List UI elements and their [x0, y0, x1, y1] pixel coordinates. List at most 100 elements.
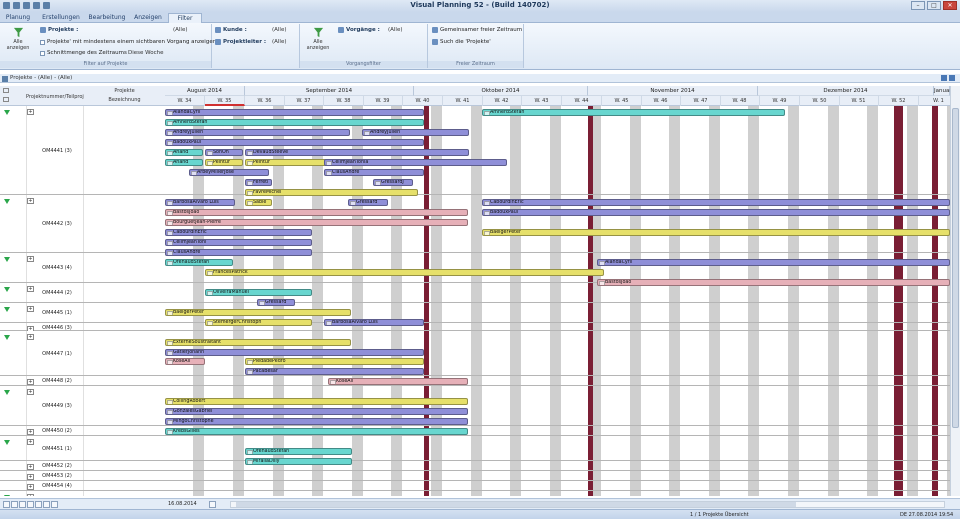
schnittmenge-dropdown[interactable]: Diese Woche	[128, 50, 164, 57]
task-bar[interactable]: ArbeyMillerJosé	[189, 169, 269, 176]
week-header[interactable]: W. 36	[245, 96, 285, 106]
task-bar[interactable]: BastosJoao	[597, 279, 950, 286]
task-bar[interactable]: MingoChristophe	[165, 418, 468, 425]
tab-erstellungen[interactable]: Erstellungen	[40, 13, 82, 23]
task-bar[interactable]: BadouxPaul	[482, 209, 950, 216]
week-header[interactable]: W. 41	[443, 96, 483, 106]
tab-anzeigen[interactable]: Anzeigen	[132, 13, 164, 23]
task-bar[interactable]: StemergerChristoph	[205, 319, 312, 326]
task-bar[interactable]: SonOh	[205, 149, 243, 156]
calendar-icon[interactable]	[209, 501, 216, 508]
expand-toggle[interactable]: +	[27, 109, 34, 115]
task-bar[interactable]: Anand	[165, 149, 203, 156]
date-field[interactable]: 16.08.2014	[168, 501, 208, 508]
tab-planung[interactable]: Planung	[4, 13, 32, 23]
task-bar[interactable]: GatlerJohann	[165, 349, 424, 356]
task-bar[interactable]: ClausAndre	[165, 249, 312, 256]
week-header[interactable]: W. 51	[839, 96, 879, 106]
task-bar[interactable]: AndreyJulien	[362, 129, 469, 136]
projekte-checkbox-row[interactable]: Projekte' mit mindestens einem sichtbare…	[40, 39, 216, 45]
task-bar[interactable]: AmherdStefan	[165, 119, 424, 126]
week-header[interactable]: W. 48	[720, 96, 760, 106]
home-icon[interactable]	[3, 501, 10, 508]
task-bar[interactable]: AndreyJulien	[165, 129, 350, 136]
task-bar[interactable]: PacaBesar	[245, 368, 424, 375]
gemeinsamer-zeitraum-button[interactable]: Gemeinsamer freier Zeitraum	[432, 27, 522, 33]
week-header[interactable]: W. 40	[403, 96, 443, 106]
task-bar[interactable]: Peintur	[205, 159, 243, 166]
task-bar[interactable]: Ferreti	[245, 179, 272, 186]
header-projekte[interactable]: Projekte	[84, 88, 165, 94]
task-bar[interactable]: BourguetJean-Pierre	[165, 219, 468, 226]
task-bar[interactable]: AlandaCyril	[597, 259, 950, 266]
header-bezeichnung[interactable]: Bezeichnung	[84, 97, 165, 103]
alle-anzeigen-vorgaenge-button[interactable]: Alle anzeigen	[304, 27, 332, 51]
week-header[interactable]: W. 38	[324, 96, 364, 106]
task-bar[interactable]: FrancesPatrick	[205, 269, 604, 276]
maximize-icon[interactable]: □	[927, 1, 941, 10]
task-bar[interactable]: FavreMichel	[245, 189, 418, 196]
header-projektnummer[interactable]: Projektnummer/Teilprojekt	[26, 94, 84, 100]
week-header[interactable]: W. 34	[165, 96, 205, 106]
week-header[interactable]: W. 45	[602, 96, 642, 106]
next-icon[interactable]	[27, 501, 34, 508]
suche-projekte-button[interactable]: Such die 'Projekte'	[432, 39, 491, 45]
expand-all-icon[interactable]	[3, 88, 9, 93]
task-bar[interactable]: AmherdStefan	[482, 109, 785, 116]
zoom-icon[interactable]	[51, 501, 58, 508]
task-bar[interactable]: OrenaudStefan	[165, 259, 233, 266]
task-bar[interactable]: CellmjeanToni	[165, 239, 312, 246]
collapse-all-icon[interactable]	[3, 97, 9, 102]
task-bar[interactable]: BarbosaAlvaro Luis	[324, 319, 424, 326]
first-icon[interactable]	[11, 501, 18, 508]
week-header[interactable]: W. 44	[562, 96, 602, 106]
vertical-scrollbar-thumb[interactable]	[952, 108, 959, 428]
task-bar[interactable]: BarbosaAlvaro Luis	[165, 199, 235, 206]
projekte-checkbox[interactable]	[40, 39, 45, 45]
prev-icon[interactable]	[19, 501, 26, 508]
expand-toggle[interactable]: +	[27, 439, 34, 445]
task-bar[interactable]: OliveiraManuel	[205, 289, 312, 296]
task-bar[interactable]: GonzalesGabriel	[165, 408, 468, 415]
week-header[interactable]: W. 39	[363, 96, 403, 106]
task-bar[interactable]: DevaudSteeve	[245, 149, 469, 156]
expand-toggle[interactable]: +	[27, 334, 34, 340]
pin-icon[interactable]	[941, 75, 947, 81]
task-bar[interactable]: CabourdinEric	[165, 229, 312, 236]
projekte-dropdown[interactable]: (Alle)	[173, 27, 188, 34]
task-bar[interactable]: BastosJoao	[165, 209, 468, 216]
task-bar[interactable]: ExterneSoustraitant	[165, 339, 351, 346]
task-bar[interactable]: KrebsGilles	[165, 428, 468, 435]
last-icon[interactable]	[35, 501, 42, 508]
task-bar[interactable]: KöseAli	[165, 358, 205, 365]
task-bar[interactable]: BadouxPaul	[165, 139, 424, 146]
task-bar[interactable]: CabourdinEric	[482, 199, 950, 206]
task-bar[interactable]: Anand	[165, 159, 203, 166]
task-bar[interactable]: MirallaDilly	[245, 458, 352, 465]
task-bar[interactable]: BaeigerPeter	[482, 229, 950, 236]
task-bar[interactable]: CellmjeanTonia	[324, 159, 507, 166]
vorgaenge-dropdown[interactable]: (Alle)	[388, 27, 403, 34]
task-bar[interactable]: AlandaCyril	[165, 109, 424, 116]
close-view-icon[interactable]	[949, 75, 955, 81]
week-header[interactable]: W. 46	[641, 96, 681, 106]
tab-filter[interactable]: Filter	[168, 13, 202, 23]
task-bar[interactable]: GressardJ	[373, 179, 413, 186]
expand-toggle[interactable]: +	[27, 494, 34, 496]
alle-anzeigen-button[interactable]: Alle anzeigen	[4, 27, 32, 51]
task-bar[interactable]: KöseAli	[328, 378, 468, 385]
vertical-scrollbar[interactable]	[950, 86, 960, 496]
expand-toggle[interactable]: +	[27, 389, 34, 395]
task-bar[interactable]: CollingRobert	[165, 398, 468, 405]
close-icon[interactable]: ✕	[943, 1, 957, 10]
week-header[interactable]: W. 37	[284, 96, 324, 106]
week-header[interactable]: W. 47	[681, 96, 721, 106]
horizontal-scrollbar[interactable]	[230, 501, 945, 508]
schnittmenge-checkbox[interactable]	[40, 50, 45, 56]
expand-toggle[interactable]: +	[27, 256, 34, 262]
horizontal-scrollbar-thumb[interactable]	[236, 502, 796, 507]
week-header[interactable]: W. 49	[760, 96, 800, 106]
week-header[interactable]: W. 35	[205, 96, 245, 106]
week-header[interactable]: W. 52	[879, 96, 919, 106]
kunde-dropdown[interactable]: (Alle)	[272, 27, 287, 34]
